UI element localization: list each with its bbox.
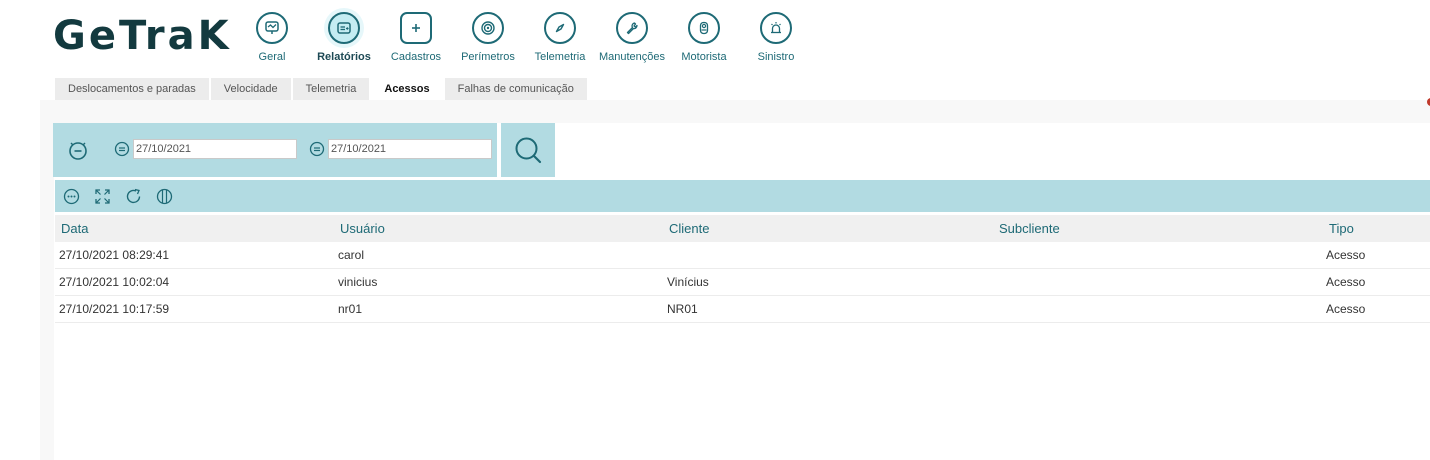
refresh-icon[interactable] [125, 188, 142, 205]
tab-falhas-comunicacao[interactable]: Falhas de comunicação [444, 78, 587, 100]
cell-data: 27/10/2021 10:02:04 [59, 275, 170, 289]
nav-label: Telemetria [534, 51, 586, 63]
table-header: Data Usuário Cliente Subcliente Tipo [55, 215, 1430, 242]
getrak-logo[interactable]: GeTraK [53, 14, 232, 58]
access-table: Data Usuário Cliente Subcliente Tipo 27/… [55, 215, 1430, 323]
nav-manutencoes[interactable]: Manutenções [597, 12, 667, 63]
cell-usuario: vinicius [338, 275, 378, 289]
driver-icon [688, 12, 720, 44]
tab-acessos[interactable]: Acessos [371, 78, 443, 100]
tab-velocidade[interactable]: Velocidade [210, 78, 291, 100]
nav-cadastros[interactable]: Cadastros [381, 12, 451, 63]
cell-data: 27/10/2021 10:17:59 [59, 302, 170, 316]
cell-tipo: Acesso [1326, 275, 1366, 289]
cell-usuario: carol [338, 248, 365, 262]
column-header-tipo[interactable]: Tipo [1329, 221, 1354, 236]
folder-plus-icon [400, 12, 432, 44]
calendar-icon [309, 141, 325, 157]
cell-cliente: Vinícius [667, 275, 709, 289]
nav-label: Manutenções [598, 51, 666, 63]
cell-tipo: Acesso [1326, 248, 1366, 262]
compass-icon [544, 12, 576, 44]
tab-telemetria[interactable]: Telemetria [292, 78, 370, 100]
calendar-icon [114, 141, 130, 157]
nav-relatorios[interactable]: Relatórios [309, 12, 379, 63]
search-button[interactable] [501, 123, 555, 177]
column-header-cliente[interactable]: Cliente [669, 221, 709, 236]
chart-monitor-icon [256, 12, 288, 44]
nav-telemetria[interactable]: Telemetria [525, 12, 595, 63]
column-header-usuario[interactable]: Usuário [340, 221, 385, 236]
cell-usuario: nr01 [338, 302, 363, 316]
report-tabs: Deslocamentos e paradas Velocidade Telem… [55, 78, 589, 100]
nav-geral[interactable]: Geral [237, 12, 307, 63]
column-header-subcliente[interactable]: Subcliente [999, 221, 1060, 236]
end-date-group [309, 139, 492, 159]
cell-tipo: Acesso [1326, 302, 1366, 316]
date-filter [53, 123, 497, 177]
nav-label: Perímetros [461, 51, 515, 63]
nav-label: Cadastros [390, 51, 442, 63]
alarm-icon [760, 12, 792, 44]
end-date-input[interactable] [328, 139, 492, 159]
cell-data: 27/10/2021 08:29:41 [59, 248, 170, 262]
table-toolbar [55, 180, 1430, 212]
table-row[interactable]: 27/10/2021 10:17:59 nr01 NR01 Acesso [55, 296, 1430, 323]
nav-sinistro[interactable]: Sinistro [741, 12, 811, 63]
start-date-input[interactable] [133, 139, 297, 159]
cell-cliente: NR01 [667, 302, 698, 316]
table-row[interactable]: 27/10/2021 10:02:04 vinicius Vinícius Ac… [55, 269, 1430, 296]
app-header: GeTraK Geral Relatórios Cadastros Períme… [0, 0, 1430, 76]
search-icon [515, 137, 542, 164]
fullscreen-icon[interactable] [94, 188, 111, 205]
nav-label: Sinistro [757, 51, 795, 63]
nav-label: Relatórios [317, 51, 371, 63]
report-icon [328, 12, 360, 44]
nav-label: Motorista [681, 51, 727, 63]
columns-icon[interactable] [156, 188, 173, 205]
column-header-data[interactable]: Data [61, 221, 88, 236]
nav-motorista[interactable]: Motorista [669, 12, 739, 63]
clock-icon[interactable] [67, 139, 89, 161]
target-icon [472, 12, 504, 44]
wrench-icon [616, 12, 648, 44]
more-options-icon[interactable] [63, 188, 80, 205]
start-date-group [114, 139, 297, 159]
tab-deslocamentos[interactable]: Deslocamentos e paradas [55, 78, 209, 100]
table-row[interactable]: 27/10/2021 08:29:41 carol Acesso [55, 242, 1430, 269]
nav-perimetros[interactable]: Perímetros [453, 12, 523, 63]
nav-label: Geral [258, 51, 286, 63]
